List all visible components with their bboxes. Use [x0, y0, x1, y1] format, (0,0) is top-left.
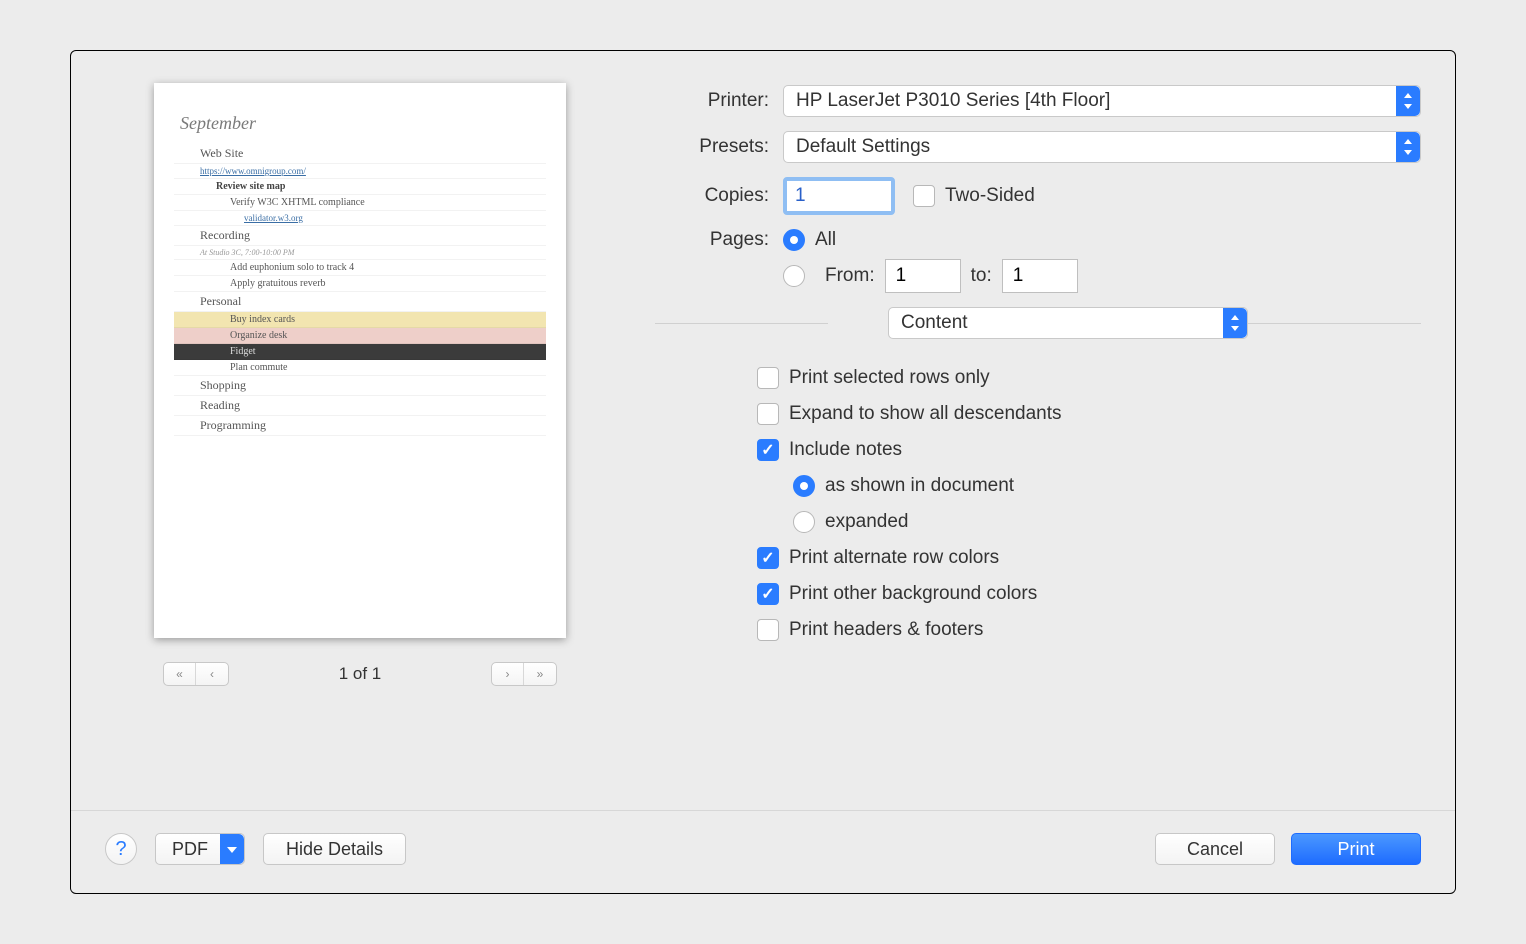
opt-bg-colors-checkbox[interactable] — [757, 583, 779, 605]
updown-icon — [1396, 132, 1420, 162]
printer-value: HP LaserJet P3010 Series [4th Floor] — [796, 90, 1110, 112]
updown-icon — [1223, 308, 1247, 338]
opt-headers-checkbox[interactable] — [757, 619, 779, 641]
notes-shown-label: as shown in document — [825, 475, 1014, 497]
preview-line: Buy index cards — [174, 314, 546, 325]
page-indicator: 1 of 1 — [339, 664, 382, 684]
preview-line: Reading — [174, 398, 546, 413]
printer-label: Printer: — [655, 90, 783, 112]
pages-range-radio[interactable] — [783, 265, 805, 287]
pages-from-input[interactable] — [885, 259, 961, 293]
opt-alt-rows-label: Print alternate row colors — [789, 547, 999, 569]
notes-expanded-label: expanded — [825, 511, 908, 533]
printer-popup[interactable]: HP LaserJet P3010 Series [4th Floor] — [783, 85, 1421, 117]
pages-to-label: to: — [971, 265, 992, 287]
opt-headers-label: Print headers & footers — [789, 619, 983, 641]
opt-expand-desc-checkbox[interactable] — [757, 403, 779, 425]
pager-first-button[interactable]: « — [164, 663, 196, 685]
opt-include-notes-checkbox[interactable] — [757, 439, 779, 461]
updown-icon — [1396, 86, 1420, 116]
cancel-button[interactable]: Cancel — [1155, 833, 1275, 865]
preview-line: Programming — [174, 418, 546, 433]
preview-column: September Web Site https://www.omnigroup.… — [105, 81, 615, 810]
two-sided-label: Two-Sided — [945, 185, 1035, 207]
print-preview-page: September Web Site https://www.omnigroup.… — [154, 83, 566, 638]
notes-shown-radio[interactable] — [793, 475, 815, 497]
preview-line: Verify W3C XHTML compliance — [174, 197, 546, 208]
preview-line: Organize desk — [174, 330, 546, 341]
section-popup[interactable]: Content — [888, 307, 1248, 339]
opt-alt-rows-checkbox[interactable] — [757, 547, 779, 569]
opt-expand-desc-label: Expand to show all descendants — [789, 403, 1062, 425]
pages-label: Pages: — [655, 229, 783, 251]
pager-next-button[interactable]: › — [492, 663, 524, 685]
opt-bg-colors-label: Print other background colors — [789, 583, 1037, 605]
pages-to-input[interactable] — [1002, 259, 1078, 293]
preview-line: Recording — [174, 228, 546, 243]
opt-selected-rows-label: Print selected rows only — [789, 367, 990, 389]
copies-label: Copies: — [655, 185, 783, 207]
preview-line: Add euphonium solo to track 4 — [174, 262, 546, 273]
pdf-menu-button[interactable]: PDF — [155, 833, 245, 865]
preview-line: Web Site — [174, 146, 546, 161]
pages-all-label: All — [815, 229, 836, 251]
preview-line: Personal — [174, 294, 546, 309]
hide-details-button[interactable]: Hide Details — [263, 833, 406, 865]
pages-from-label: From: — [825, 265, 875, 287]
opt-selected-rows-checkbox[interactable] — [757, 367, 779, 389]
preview-line: validator.w3.org — [174, 213, 546, 223]
print-button[interactable]: Print — [1291, 833, 1421, 865]
notes-expanded-radio[interactable] — [793, 511, 815, 533]
preview-line: Fidget — [174, 346, 546, 357]
section-value: Content — [901, 312, 968, 334]
chevron-down-icon — [220, 834, 244, 864]
pager-prev-button[interactable]: ‹ — [196, 663, 228, 685]
pager-back-group: « ‹ — [163, 662, 229, 686]
help-button[interactable]: ? — [105, 833, 137, 865]
pager-forward-group: › » — [491, 662, 557, 686]
two-sided-checkbox[interactable] — [913, 185, 935, 207]
pdf-label: PDF — [172, 839, 208, 860]
pager-last-button[interactable]: » — [524, 663, 556, 685]
pages-all-radio[interactable] — [783, 229, 805, 251]
preview-line: Review site map — [174, 181, 546, 192]
print-options-form: Printer: HP LaserJet P3010 Series [4th F… — [655, 81, 1421, 810]
opt-include-notes-label: Include notes — [789, 439, 902, 461]
dialog-footer: ? PDF Hide Details Cancel Print — [71, 810, 1455, 893]
print-dialog: September Web Site https://www.omnigroup.… — [70, 50, 1456, 894]
preview-line: Shopping — [174, 378, 546, 393]
preview-pager: « ‹ 1 of 1 › » — [163, 662, 557, 686]
copies-input[interactable] — [783, 177, 895, 215]
preview-line: https://www.omnigroup.com/ — [174, 166, 546, 176]
preview-line: Plan commute — [174, 362, 546, 373]
preview-doc-title: September — [180, 113, 546, 134]
presets-label: Presets: — [655, 136, 783, 158]
presets-popup[interactable]: Default Settings — [783, 131, 1421, 163]
preview-line: At Studio 3C, 7:00-10:00 PM — [174, 248, 546, 257]
preview-line: Apply gratuitous reverb — [174, 278, 546, 289]
presets-value: Default Settings — [796, 136, 930, 158]
